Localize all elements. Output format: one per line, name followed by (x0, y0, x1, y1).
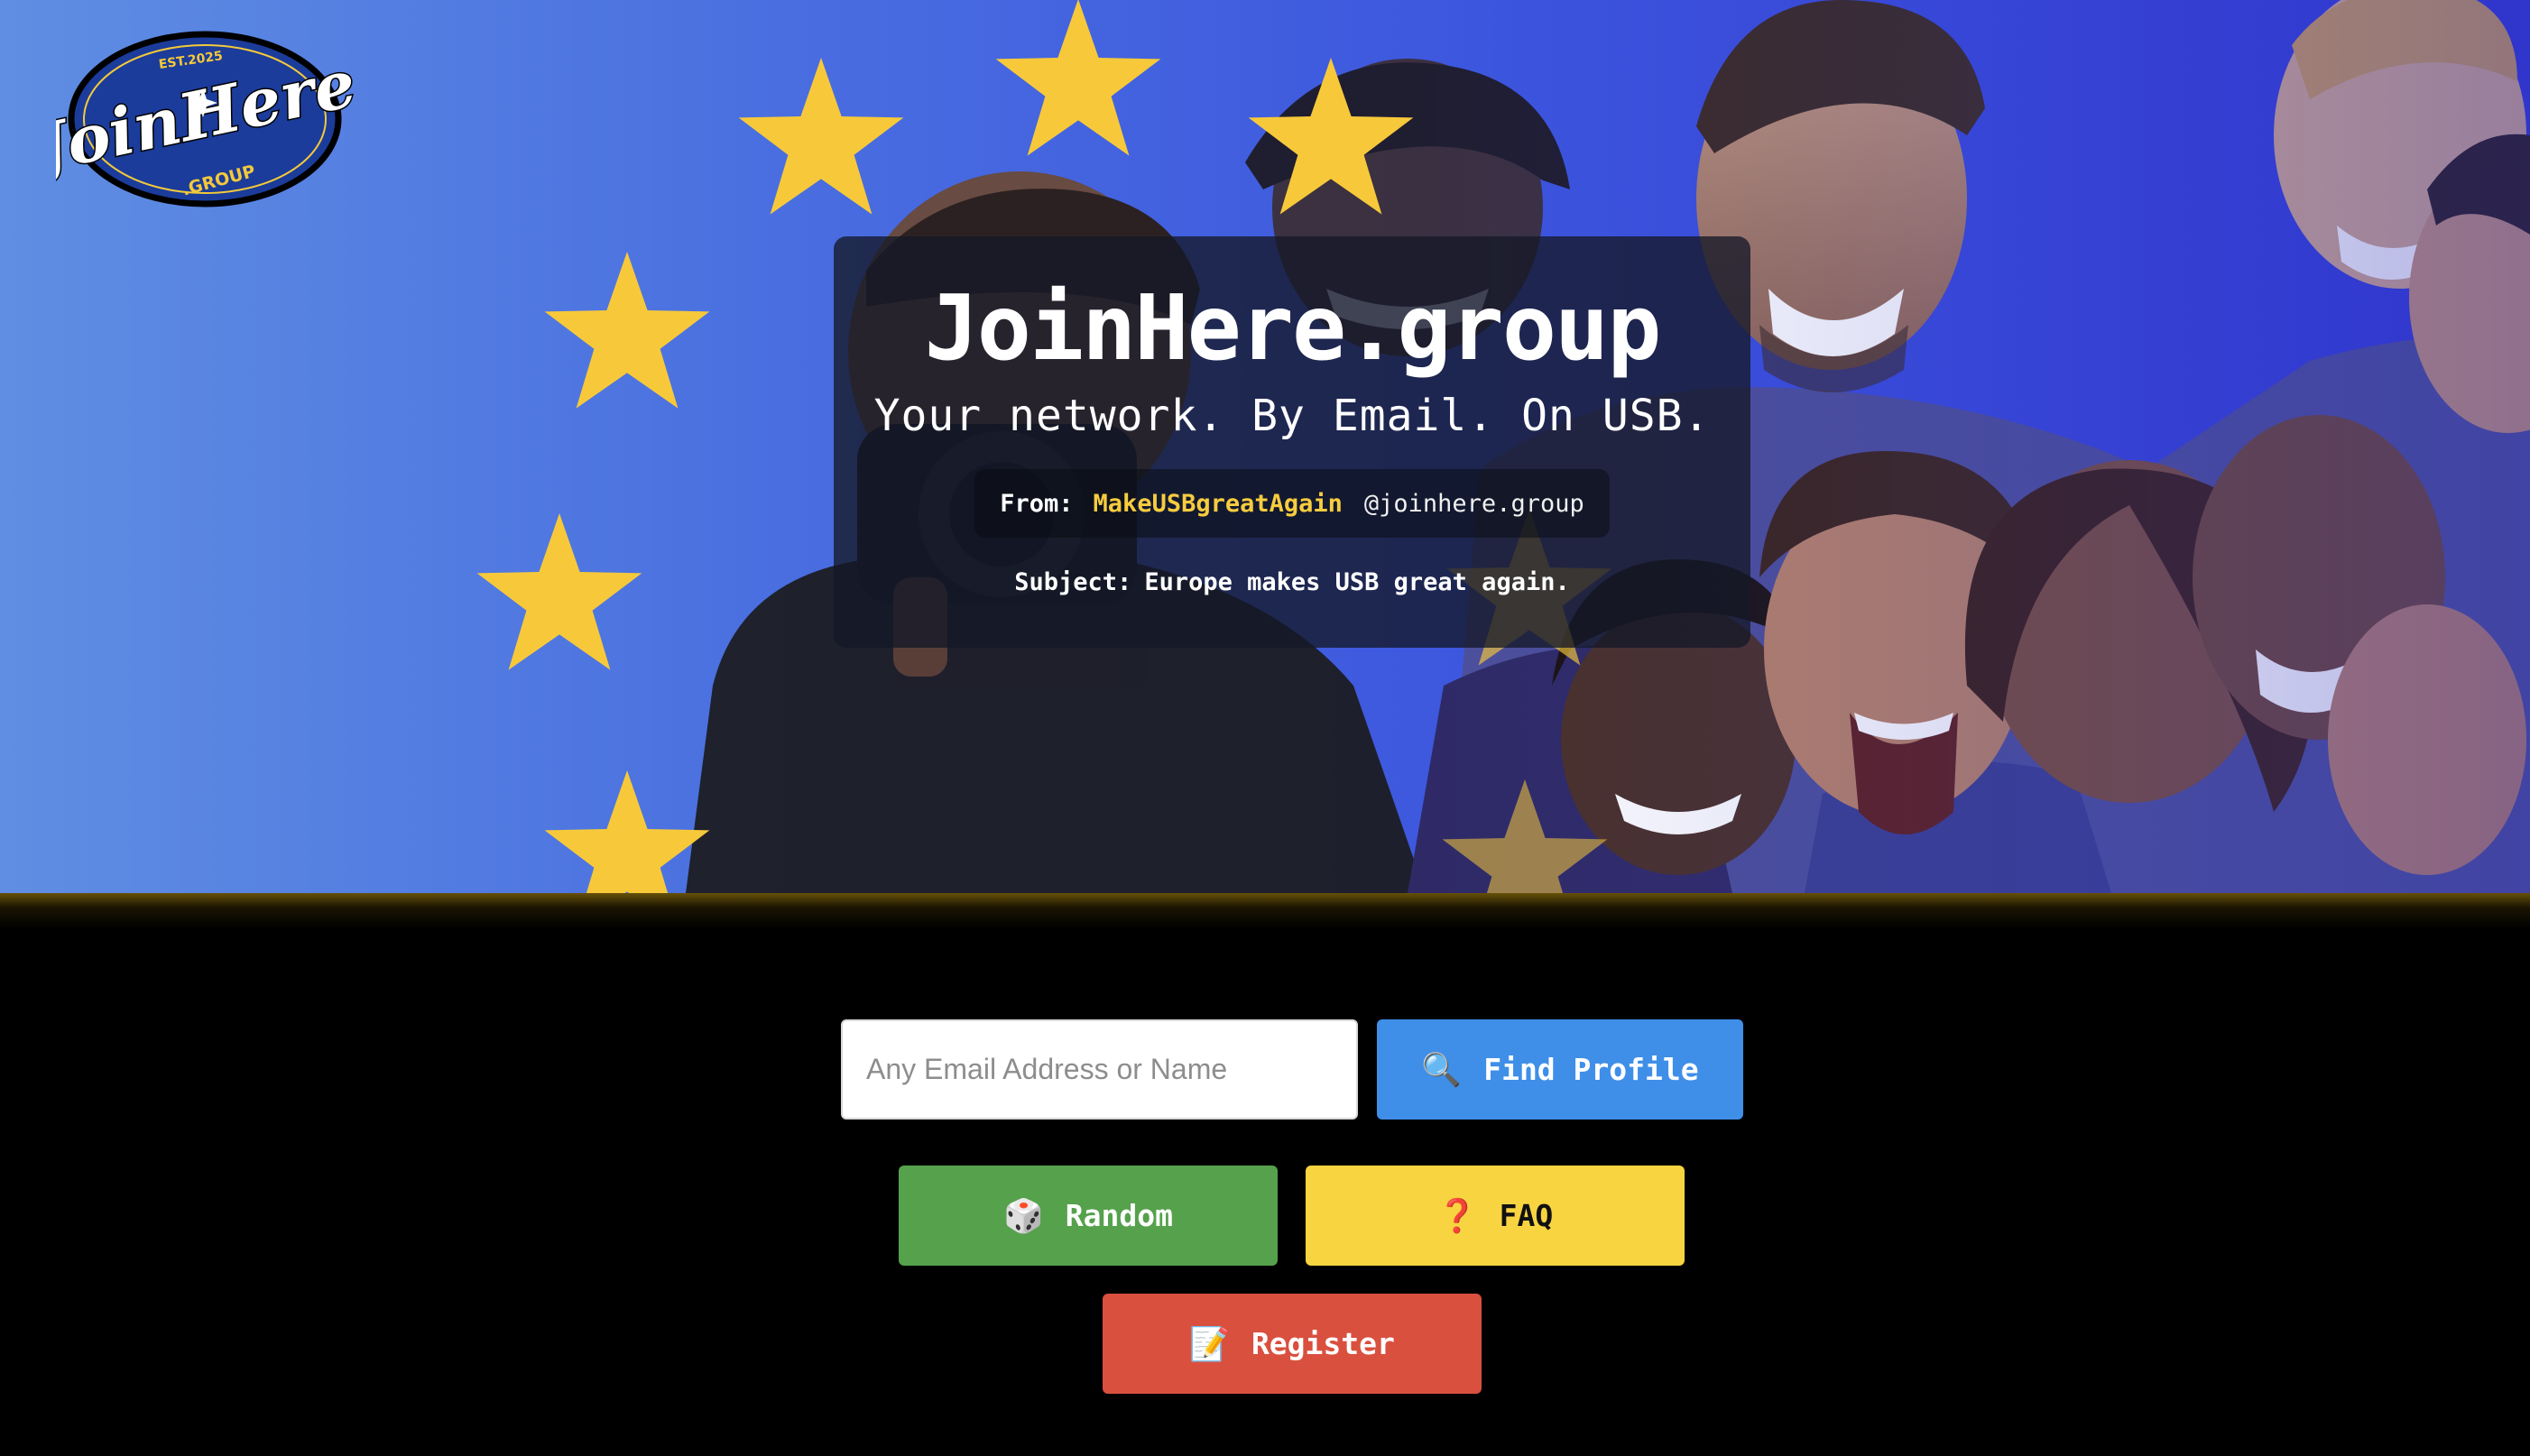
faq-label: FAQ (1499, 1198, 1554, 1233)
find-profile-label: Find Profile (1483, 1052, 1699, 1087)
dice-icon: 🎲 (1002, 1197, 1044, 1235)
faq-button[interactable]: ❓ FAQ (1306, 1166, 1685, 1266)
memo-icon: 📝 (1189, 1325, 1230, 1363)
from-domain: @joinhere.group (1363, 489, 1584, 518)
subject-text: Europe makes USB great again. (1144, 568, 1570, 596)
subject-label: Subject: (1014, 568, 1132, 596)
register-button[interactable]: 📝 Register (1103, 1294, 1482, 1394)
hero-title: JoinHere.group (924, 275, 1662, 381)
hero-card: JoinHere.group Your network. By Email. O… (834, 236, 1750, 648)
search-input[interactable] (841, 1019, 1358, 1120)
from-line: From: MakeUSBgreatAgain @joinhere.group (974, 469, 1610, 538)
random-label: Random (1065, 1198, 1174, 1233)
magnifier-icon: 🔍 (1421, 1051, 1463, 1089)
random-button[interactable]: 🎲 Random (899, 1166, 1278, 1266)
find-profile-button[interactable]: 🔍 Find Profile (1377, 1019, 1743, 1120)
from-label: From: (1000, 489, 1074, 518)
hero-tagline: Your network. By Email. On USB. (873, 391, 1711, 441)
hero-divider-glow (0, 893, 2530, 929)
from-user: MakeUSBgreatAgain (1093, 489, 1343, 518)
hero-banner: EST.2025 JoinHere .GROUP JoinHere.group … (0, 0, 2530, 893)
page: EST.2025 JoinHere .GROUP JoinHere.group … (0, 0, 2530, 1456)
joinhere-logo[interactable]: EST.2025 JoinHere .GROUP (56, 25, 363, 215)
subject-line: Subject: Europe makes USB great again. (834, 568, 1750, 596)
register-label: Register (1251, 1326, 1395, 1361)
question-mark-icon: ❓ (1436, 1197, 1478, 1235)
